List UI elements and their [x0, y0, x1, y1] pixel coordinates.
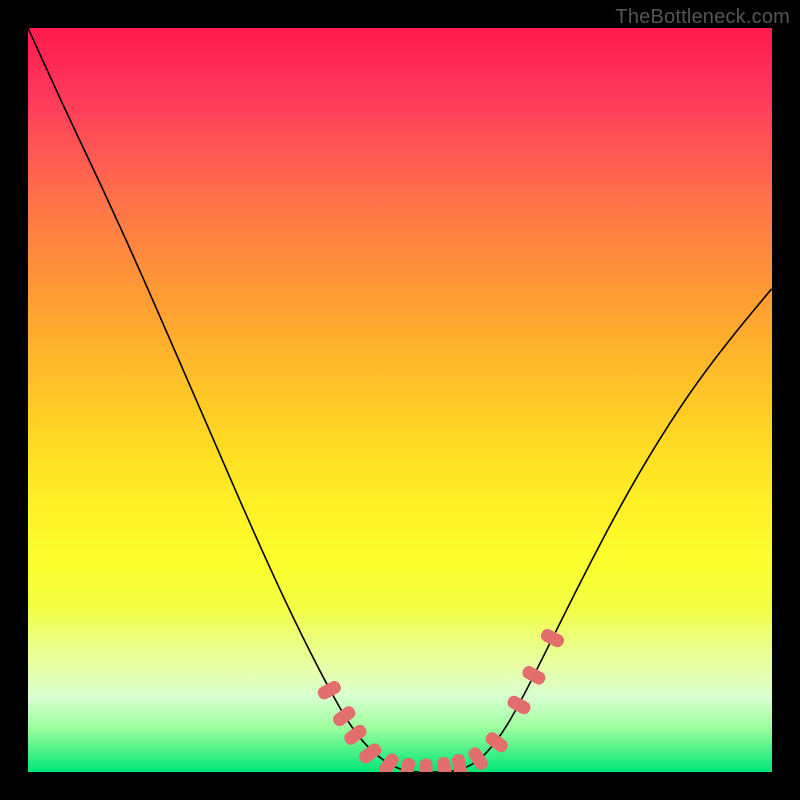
bead — [451, 753, 468, 772]
bead — [420, 759, 433, 773]
bead — [331, 704, 358, 729]
bead — [505, 694, 532, 717]
bead — [539, 627, 566, 649]
bottleneck-curve — [28, 28, 772, 772]
attribution-label: TheBottleneck.com — [615, 6, 790, 29]
bead-group — [316, 627, 566, 772]
bead — [377, 751, 402, 772]
bead — [520, 664, 547, 687]
bead — [466, 745, 490, 772]
bead — [436, 756, 453, 772]
bead — [399, 757, 416, 772]
bead — [316, 679, 343, 702]
bead — [357, 741, 384, 766]
curve-layer — [28, 28, 772, 772]
